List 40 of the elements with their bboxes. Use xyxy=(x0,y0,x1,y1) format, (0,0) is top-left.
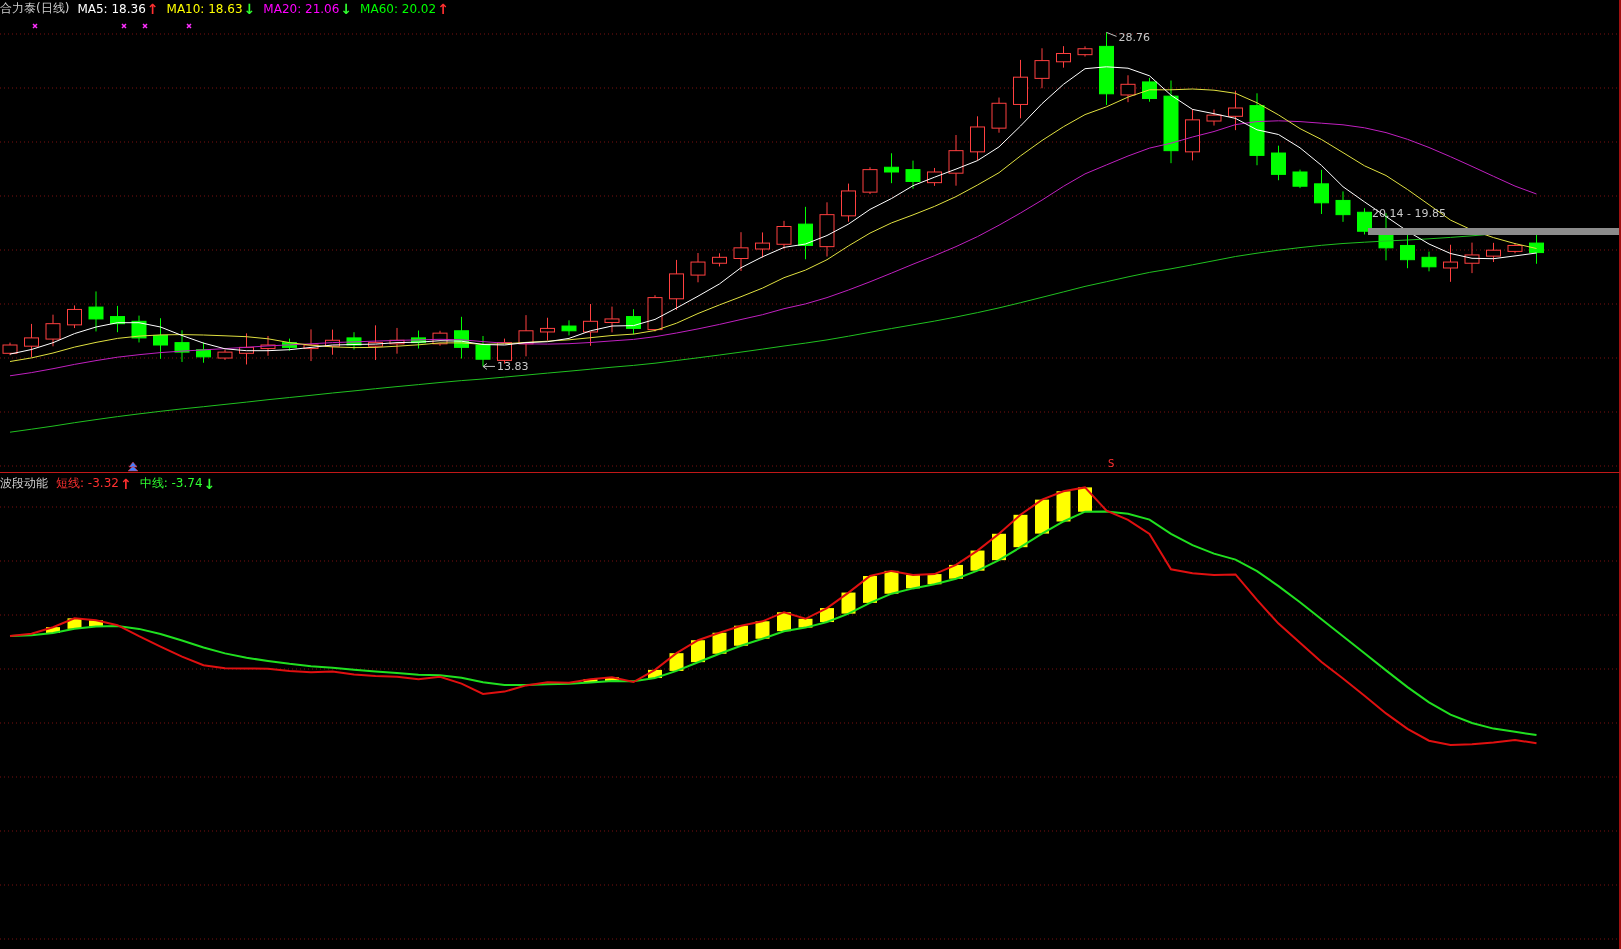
histogram-bar xyxy=(927,574,942,585)
histogram-bar xyxy=(970,550,985,571)
histogram-bar xyxy=(46,627,60,633)
chart-title: 合力泰(日线) xyxy=(0,0,70,17)
cross-marker-icon xyxy=(186,23,192,29)
price-label: 13.83 xyxy=(497,360,529,374)
indicator-title: 波段动能 xyxy=(0,475,48,492)
signal-marker: S xyxy=(1108,458,1115,469)
histogram-bar xyxy=(1078,487,1092,512)
histogram-bar xyxy=(67,618,82,629)
histogram-bar xyxy=(798,618,813,628)
histogram-bar xyxy=(583,679,598,683)
histogram-bar xyxy=(691,640,705,663)
trend-arrow: ↑ xyxy=(146,1,159,16)
price-label: 28.76 xyxy=(1118,31,1150,45)
trend-arrow: ↓ xyxy=(340,1,353,16)
indicator-value: MA20: 21.06 xyxy=(263,1,340,16)
cross-marker-icon xyxy=(32,23,38,29)
indicator-value: 短线: -3.32 xyxy=(56,475,119,492)
indicator-value: MA10: 18.63 xyxy=(166,1,243,16)
histogram-bar xyxy=(605,677,619,681)
trend-arrow: ↑ xyxy=(437,1,449,16)
histogram-bar xyxy=(1056,491,1071,522)
cross-marker-icon xyxy=(142,23,148,29)
histogram-bar xyxy=(1035,499,1049,534)
indicator-value: MA5: 18.36 xyxy=(77,1,146,16)
leader-line xyxy=(482,362,496,370)
cross-marker-icon xyxy=(121,23,127,29)
indicator-value: 中线: -3.74 xyxy=(139,475,203,492)
leader-line xyxy=(1106,31,1117,37)
up-marker-icon xyxy=(127,461,139,472)
histogram-bar xyxy=(1013,514,1028,548)
trend-arrow: ↓ xyxy=(203,476,216,491)
trend-arrow: ↑ xyxy=(119,476,132,491)
indicator-value: MA60: 20.02 xyxy=(360,1,437,16)
histogram-bar xyxy=(89,620,103,627)
histogram-bar xyxy=(992,533,1006,561)
trend-arrow: ↓ xyxy=(243,1,256,16)
histogram-bar xyxy=(648,669,662,678)
histogram-bar xyxy=(863,576,877,603)
